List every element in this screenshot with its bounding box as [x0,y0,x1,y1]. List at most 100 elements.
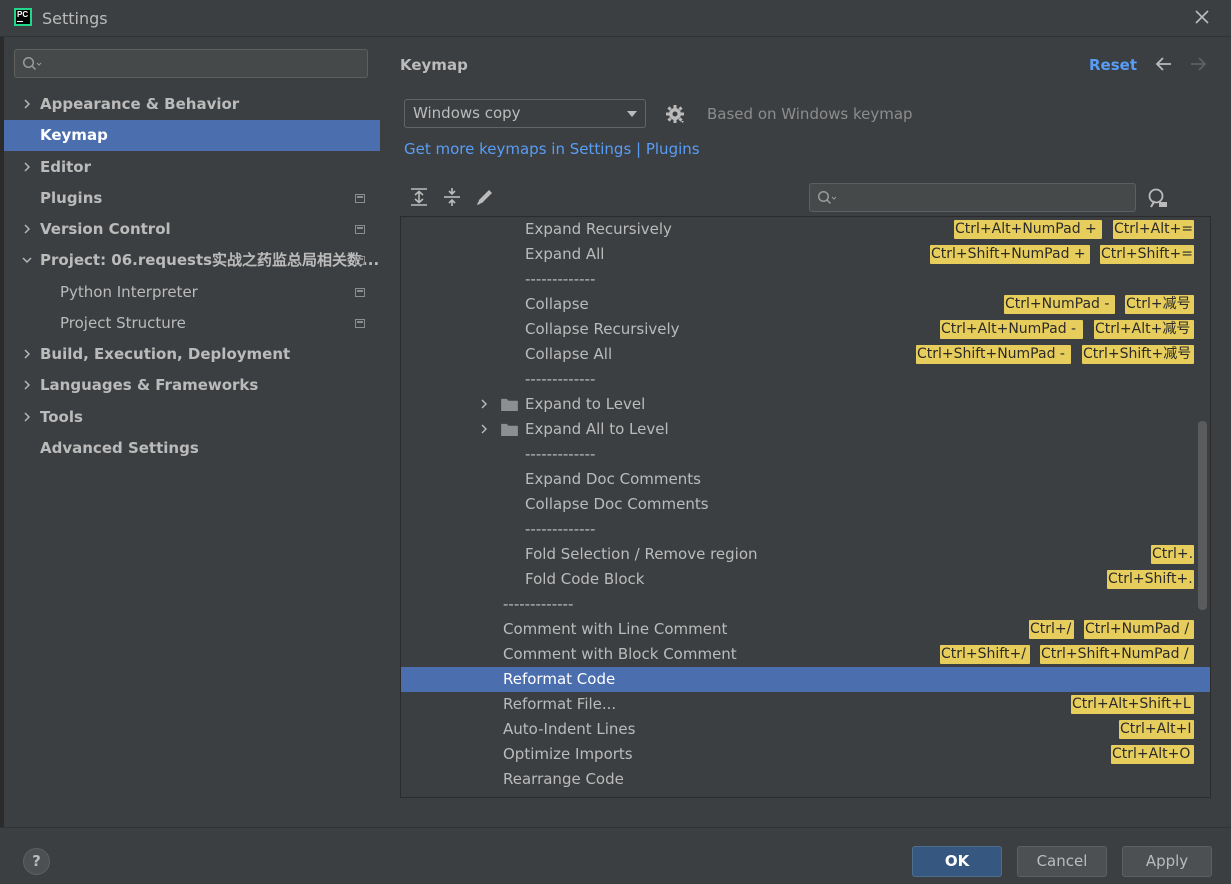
action-row[interactable]: Reformat Code [401,667,1210,692]
chevron-right-icon[interactable] [22,224,32,234]
action-row[interactable]: ------------- [401,442,1210,467]
gear-icon[interactable] [665,104,687,130]
sidebar-item[interactable]: Tools [4,402,380,433]
chevron-right-icon[interactable] [479,424,489,434]
action-row[interactable]: Collapse All Ctrl+Shift+NumPad - Ctrl+Shif… [401,342,1210,367]
project-level-icon [355,288,365,297]
sidebar-item-label: Advanced Settings [40,439,199,457]
shortcut-badge: Ctrl+Shift+= [1100,245,1194,264]
scrollbar[interactable] [1198,421,1207,610]
keymap-selected-value: Windows copy [413,104,521,122]
shortcut-badge: Ctrl+Shift+减号 [1082,345,1194,364]
action-row[interactable]: Expand to Level [401,392,1210,417]
close-icon[interactable] [1193,8,1211,26]
action-row[interactable]: Expand All to Level [401,417,1210,442]
title-bar [0,0,1231,37]
sidebar-item-label: Keymap [40,126,108,144]
action-row[interactable]: ------------- [401,517,1210,542]
action-label: Collapse All [525,345,613,363]
keymap-actions-tree[interactable]: Expand Recursively Ctrl+Alt+NumPad + Ctrl+… [400,216,1211,798]
chevron-right-icon[interactable] [479,399,489,409]
project-level-icon [355,194,365,203]
chevron-right-icon[interactable] [22,99,32,109]
sidebar-item[interactable]: Build, Execution, Deployment [4,339,380,370]
action-row[interactable]: Reformat File... Ctrl+Alt+Shift+L [401,692,1210,717]
action-label: Expand Doc Comments [525,470,701,488]
chevron-right-icon[interactable] [22,412,32,422]
collapse-all-icon[interactable] [441,186,463,208]
expand-all-icon[interactable] [408,186,430,208]
sidebar-item[interactable]: Plugins [4,183,380,214]
action-label: Expand All [525,245,605,263]
action-label: Reformat Code [503,670,616,688]
action-row[interactable]: Comment with Block Comment Ctrl+Shift+/ Ct… [401,642,1210,667]
chevron-right-icon[interactable] [22,380,32,390]
action-row[interactable]: Expand Doc Comments [401,467,1210,492]
shortcut-badge: Ctrl+减号 [1125,295,1194,314]
chevron-right-icon[interactable] [22,162,32,172]
action-row[interactable]: Fold Selection / Remove region Ctrl+. [401,542,1210,567]
action-label: Collapse [525,295,589,313]
sidebar-item-label: Appearance & Behavior [40,95,240,113]
action-row[interactable]: Collapse Doc Comments [401,492,1210,517]
ok-button[interactable]: OK [912,846,1002,877]
project-level-icon [355,225,365,234]
keymap-dropdown[interactable]: Windows copy [404,99,646,128]
get-more-keymaps-link[interactable]: Get more keymaps in Settings | Plugins [404,140,700,158]
action-row[interactable]: Fold Code Block Ctrl+Shift+. [401,567,1210,592]
action-row[interactable]: ------------- [401,267,1210,292]
chevron-down-icon[interactable] [22,255,32,265]
sidebar-item[interactable]: Keymap [4,120,380,151]
find-by-shortcut-icon[interactable] [1146,187,1170,213]
action-row[interactable]: ------------- [401,592,1210,617]
sidebar-item-label: Languages & Frameworks [40,376,259,394]
help-button[interactable]: ? [23,848,50,875]
action-label: Expand All to Level [525,420,669,438]
sidebar-item[interactable]: Project Structure [4,308,380,339]
action-label: Comment with Block Comment [503,645,737,663]
sidebar-item-label: Version Control [40,220,171,238]
action-row[interactable]: Optimize Imports Ctrl+Alt+O [401,742,1210,767]
reset-button[interactable]: Reset [1089,56,1137,74]
action-search-input[interactable] [809,183,1136,212]
cancel-button[interactable]: Cancel [1017,846,1107,877]
apply-button[interactable]: Apply [1122,846,1212,877]
action-row[interactable]: Comment with Line Comment Ctrl+/ Ctrl+NumP… [401,617,1210,642]
settings-search-input[interactable] [14,49,368,78]
sidebar-item[interactable]: Appearance & Behavior [4,89,380,120]
back-arrow-icon[interactable] [1154,55,1174,77]
search-icon [817,190,837,205]
action-row[interactable]: Collapse Recursively Ctrl+Alt+NumPad - Ctr… [401,317,1210,342]
action-row[interactable]: ------------- [401,367,1210,392]
action-row[interactable]: Auto-Indent Lines Ctrl+Alt+I [401,717,1210,742]
folder-icon [501,423,518,436]
chevron-right-icon[interactable] [22,349,32,359]
sidebar-item[interactable]: Project: 06.requests实战之药监总局相关数... [4,245,380,276]
shortcut-badge: Ctrl+Alt+NumPad + [954,220,1102,239]
sidebar-item-label: Build, Execution, Deployment [40,345,291,363]
action-row[interactable]: Expand All Ctrl+Shift+NumPad + Ctrl+Shift+… [401,242,1210,267]
page-title: Keymap [400,56,468,74]
project-level-icon [355,319,365,328]
action-row[interactable]: Expand Recursively Ctrl+Alt+NumPad + Ctrl+… [401,217,1210,242]
edit-shortcut-icon[interactable] [474,186,496,208]
sidebar-item-label: Editor [40,158,91,176]
sidebar-item[interactable]: Python Interpreter [4,277,380,308]
shortcut-badge: Ctrl+Alt+I [1119,720,1194,739]
sidebar-item[interactable]: Advanced Settings [4,433,380,464]
action-label: Fold Selection / Remove region [525,545,758,563]
action-label: Rearrange Code [503,770,624,788]
dropdown-caret-icon [627,111,637,117]
sidebar-item[interactable]: Version Control [4,214,380,245]
shortcut-badge: Ctrl+Shift+NumPad - [916,345,1071,364]
action-label: Fold Code Block [525,570,645,588]
action-label: Comment with Line Comment [503,620,728,638]
pycharm-logo-icon: PC [14,8,32,26]
sidebar-item[interactable]: Languages & Frameworks [4,370,380,401]
shortcut-badge: Ctrl+Alt+Shift+L [1071,695,1194,714]
sidebar-item[interactable]: Editor [4,152,380,183]
action-row[interactable]: Rearrange Code [401,767,1210,792]
action-label: Collapse Doc Comments [525,495,709,513]
action-row[interactable]: Collapse Ctrl+NumPad - Ctrl+减号 [401,292,1210,317]
action-label: Expand Recursively [525,220,672,238]
